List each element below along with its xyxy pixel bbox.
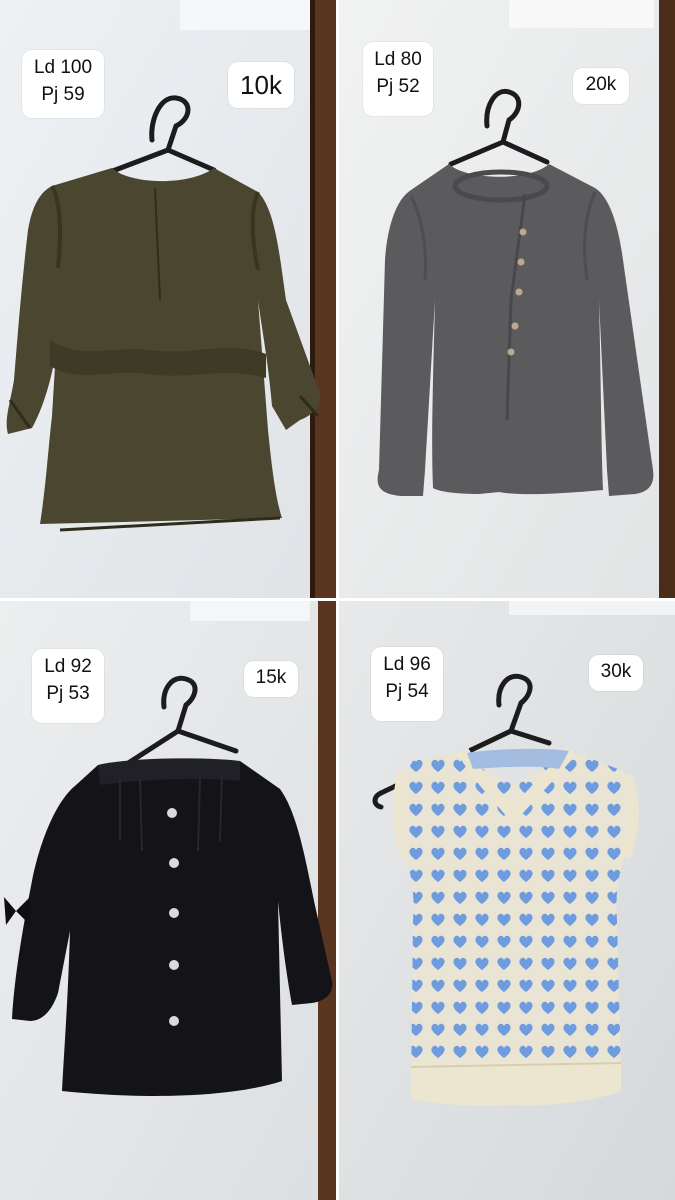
size-label: Ld 96 Pj 54 — [371, 647, 443, 721]
price-badge: 20k — [573, 68, 629, 104]
chest-measurement: Ld 96 — [383, 654, 431, 675]
price-badge: 15k — [244, 661, 298, 697]
product-panel-black-blouse[interactable]: Ld 92 Pj 53 15k — [0, 601, 336, 1200]
door-frame — [314, 0, 336, 598]
product-panel-grey-cardigan[interactable]: Ld 80 Pj 52 20k — [339, 0, 675, 598]
length-measurement: Pj 59 — [41, 84, 85, 105]
price-badge: 30k — [589, 655, 643, 691]
length-measurement: Pj 54 — [385, 681, 429, 702]
door-trim — [180, 0, 320, 30]
chest-measurement: Ld 80 — [374, 49, 422, 70]
door-trim — [509, 0, 654, 28]
door-trim — [509, 601, 675, 615]
price-badge: 10k — [228, 62, 294, 108]
length-measurement: Pj 53 — [46, 683, 90, 704]
product-panel-olive-blouse[interactable]: Ld 100 Pj 59 10k — [0, 0, 336, 598]
door-frame — [659, 0, 675, 598]
chest-measurement: Ld 100 — [33, 57, 93, 78]
heart-sweater-vest — [392, 747, 639, 1106]
length-measurement: Pj 52 — [376, 76, 420, 97]
size-label: Ld 80 Pj 52 — [363, 42, 433, 116]
size-label: Ld 92 Pj 53 — [32, 649, 104, 723]
product-photo-grid: Ld 100 Pj 59 10k Ld 80 Pj 52 20k Ld 92 P… — [0, 0, 675, 1200]
door-trim — [190, 601, 310, 621]
grey-cardigan — [377, 164, 654, 496]
size-label: Ld 100 Pj 59 — [22, 50, 104, 118]
product-panel-heart-vest[interactable]: Ld 96 Pj 54 30k — [339, 601, 675, 1200]
door-frame — [318, 601, 336, 1200]
grid-divider-horizontal — [0, 598, 675, 601]
chest-measurement: Ld 92 — [44, 656, 92, 677]
